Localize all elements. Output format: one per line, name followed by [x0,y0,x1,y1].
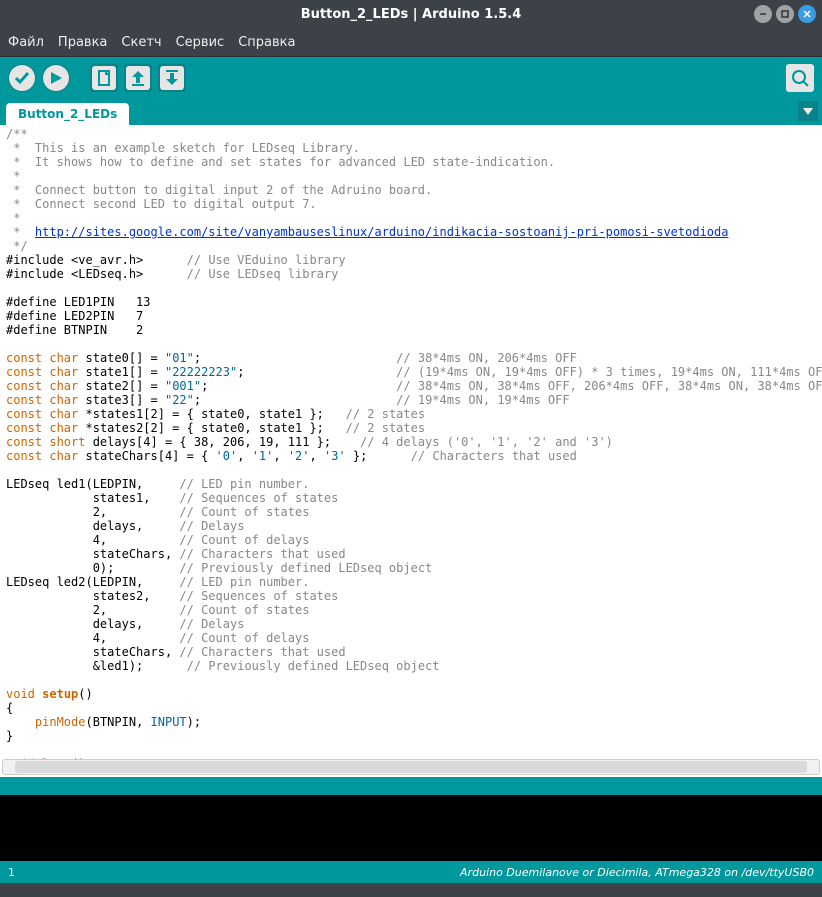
menubar: Файл Правка Скетч Сервис Справка [0,28,822,57]
toolbar [0,57,822,99]
horizontal-scrollbar[interactable] [2,759,820,775]
menu-edit[interactable]: Правка [58,35,107,50]
tabbar: Button_2_LEDs [0,99,822,125]
new-button[interactable] [90,64,118,92]
menu-help[interactable]: Справка [238,35,295,50]
maximize-button[interactable] [776,5,794,23]
verify-button[interactable] [8,64,36,92]
tab-menu-button[interactable] [798,101,818,121]
scrollbar-thumb[interactable] [15,761,807,773]
close-button[interactable] [798,5,816,23]
save-button[interactable] [158,64,186,92]
window-title: Button_2_LEDs | Arduino 1.5.4 [0,7,822,22]
console[interactable] [0,795,822,861]
window-buttons [754,5,816,23]
code-editor[interactable]: /** * This is an example sketch for LEDs… [0,125,822,777]
titlebar: Button_2_LEDs | Arduino 1.5.4 [0,0,822,28]
code-content[interactable]: /** * This is an example sketch for LEDs… [0,125,822,771]
menu-file[interactable]: Файл [8,35,44,50]
menu-sketch[interactable]: Скетч [121,35,161,50]
serial-monitor-button[interactable] [786,64,814,92]
upload-button[interactable] [42,64,70,92]
minimize-button[interactable] [754,5,772,23]
status-line: 1 [8,866,15,879]
open-button[interactable] [124,64,152,92]
statusbar: 1 Arduino Duemilanove or Diecimila, ATme… [0,861,822,883]
menu-tools[interactable]: Сервис [176,35,225,50]
status-board: Arduino Duemilanove or Diecimila, ATmega… [460,866,814,879]
divider [0,777,822,795]
doc-link[interactable]: http://sites.google.com/site/vanyambause… [35,225,729,239]
tab-sketch[interactable]: Button_2_LEDs [6,103,129,125]
